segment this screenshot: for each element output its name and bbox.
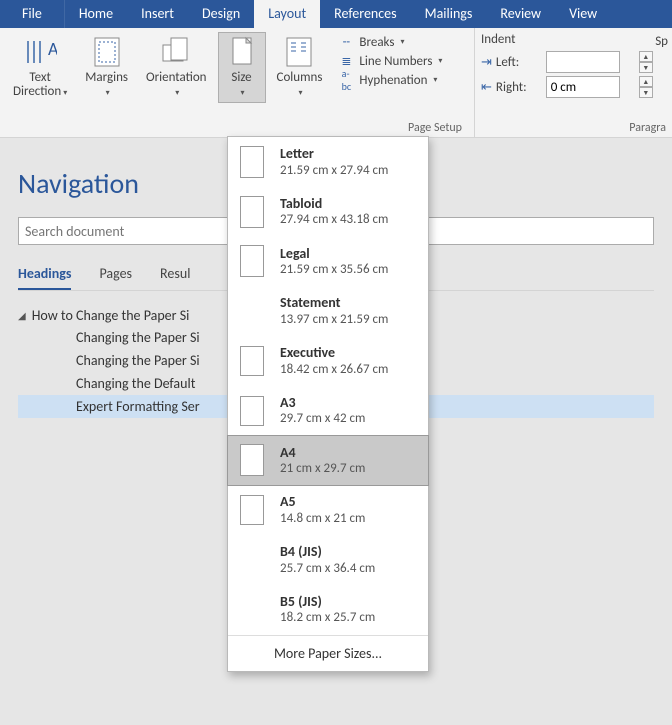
group-page-setup: A Text Direction▾ Margins▾ Orientation▾ — [0, 28, 475, 137]
indent-left-input[interactable] — [546, 51, 620, 73]
size-option-title: Tabloid — [280, 195, 388, 213]
size-icon — [225, 35, 259, 69]
nav-tab-pages[interactable]: Pages — [99, 265, 132, 290]
columns-label: Columns — [277, 70, 323, 85]
columns-icon — [282, 35, 316, 69]
size-option-title: A5 — [280, 493, 365, 511]
nav-tab-headings[interactable]: Headings — [18, 265, 71, 290]
size-option-b4-jis-[interactable]: B4 (JIS)25.7 cm x 36.4 cm — [228, 535, 428, 585]
size-option-dims: 27.94 cm x 43.18 cm — [280, 212, 388, 228]
size-option-title: B4 (JIS) — [280, 543, 375, 561]
indent-right-spinner[interactable]: ▲▼ — [639, 76, 666, 98]
size-option-legal[interactable]: Legal21.59 cm x 35.56 cm — [228, 237, 428, 287]
tab-mailings[interactable]: Mailings — [411, 0, 487, 28]
group-paragraph: Indent ⇥ Left: ▲▼ ⇤ Right: ▲▼ Paragra — [475, 28, 672, 137]
breaks-button[interactable]: ╌ Breaks▾ — [333, 34, 446, 50]
orientation-icon — [159, 35, 193, 69]
indent-left-label: Left: — [496, 55, 519, 70]
size-option-dims: 29.7 cm x 42 cm — [280, 411, 365, 427]
size-option-dims: 13.97 cm x 21.59 cm — [280, 312, 388, 328]
ribbon: A Text Direction▾ Margins▾ Orientation▾ — [0, 28, 672, 138]
size-option-title: Statement — [280, 294, 388, 312]
hyphenation-icon: a-bc — [337, 72, 355, 88]
size-dropdown-menu: Letter21.59 cm x 27.94 cmTabloid27.94 cm… — [227, 136, 429, 672]
orientation-button[interactable]: Orientation▾ — [139, 32, 214, 103]
text-direction-button[interactable]: A Text Direction▾ — [6, 32, 74, 103]
collapse-triangle-icon[interactable]: ◢ — [18, 309, 26, 322]
size-option-letter[interactable]: Letter21.59 cm x 27.94 cm — [228, 137, 428, 187]
indent-left-icon: ⇥ — [481, 55, 492, 70]
tree-root-label: How to Change the Paper Si — [32, 307, 190, 324]
breaks-icon: ╌ — [337, 34, 355, 50]
page-thumb-icon — [240, 396, 264, 426]
orientation-label: Orientation — [146, 70, 207, 85]
tab-home[interactable]: Home — [65, 0, 127, 28]
size-option-a3[interactable]: A329.7 cm x 42 cm — [228, 386, 428, 436]
size-option-title: Letter — [280, 145, 388, 163]
margins-label: Margins — [85, 70, 128, 85]
size-option-title: A4 — [280, 444, 365, 462]
size-option-dims: 25.7 cm x 36.4 cm — [280, 561, 375, 577]
nav-tab-results[interactable]: Resul — [160, 265, 190, 290]
tab-design[interactable]: Design — [188, 0, 254, 28]
tab-references[interactable]: References — [320, 0, 410, 28]
page-thumb-icon — [240, 146, 264, 178]
size-option-executive[interactable]: Executive18.42 cm x 26.67 cm — [228, 336, 428, 386]
paragraph-group-label: Paragra — [481, 119, 666, 135]
page-thumb-icon — [240, 495, 264, 525]
size-option-dims: 21.59 cm x 27.94 cm — [280, 163, 388, 179]
indent-left-spinner[interactable]: ▲▼ — [639, 51, 666, 73]
size-option-dims: 21 cm x 29.7 cm — [280, 461, 365, 477]
indent-right-icon: ⇤ — [481, 80, 492, 95]
more-paper-sizes[interactable]: More Paper Sizes... — [228, 635, 428, 671]
tab-view[interactable]: View — [555, 0, 611, 28]
tab-layout[interactable]: Layout — [254, 0, 320, 28]
page-thumb-icon — [240, 245, 264, 277]
size-option-statement[interactable]: Statement13.97 cm x 21.59 cm — [228, 286, 428, 336]
size-option-title: Legal — [280, 245, 388, 263]
indent-right-input[interactable] — [546, 76, 620, 98]
margins-button[interactable]: Margins▾ — [78, 32, 135, 103]
hyphenation-label: Hyphenation — [359, 73, 427, 88]
size-option-dims: 14.8 cm x 21 cm — [280, 511, 365, 527]
svg-text:A: A — [48, 38, 57, 60]
columns-button[interactable]: Columns▾ — [270, 32, 330, 103]
text-direction-icon: A — [23, 35, 57, 69]
page-thumb-icon — [240, 346, 264, 376]
size-option-a4[interactable]: A421 cm x 29.7 cm — [227, 435, 429, 487]
size-option-b5-jis-[interactable]: B5 (JIS)18.2 cm x 25.7 cm — [228, 585, 428, 635]
size-option-dims: 18.2 cm x 25.7 cm — [280, 610, 375, 626]
size-option-title: A3 — [280, 394, 365, 412]
size-option-dims: 18.42 cm x 26.67 cm — [280, 362, 388, 378]
line-numbers-label: Line Numbers — [359, 54, 432, 69]
hyphenation-button[interactable]: a-bc Hyphenation▾ — [333, 72, 446, 88]
size-option-a5[interactable]: A514.8 cm x 21 cm — [228, 485, 428, 535]
size-option-title: Executive — [280, 344, 388, 362]
size-option-dims: 21.59 cm x 35.56 cm — [280, 262, 388, 278]
page-setup-group-label: Page Setup — [6, 119, 468, 135]
breaks-label: Breaks — [359, 35, 394, 50]
page-thumb-icon — [240, 196, 264, 228]
spacing-header: Sp — [655, 34, 668, 49]
size-button[interactable]: Size▾ — [218, 32, 266, 103]
tab-file[interactable]: File — [0, 0, 65, 28]
indent-header: Indent — [481, 32, 666, 48]
tab-review[interactable]: Review — [486, 0, 555, 28]
size-label: Size — [231, 70, 251, 85]
tab-bar: File Home Insert Design Layout Reference… — [0, 0, 672, 28]
page-thumb-icon — [240, 444, 264, 476]
size-option-tabloid[interactable]: Tabloid27.94 cm x 43.18 cm — [228, 187, 428, 237]
size-option-title: B5 (JIS) — [280, 593, 375, 611]
tab-insert[interactable]: Insert — [127, 0, 188, 28]
margins-icon — [90, 35, 124, 69]
indent-right-label: Right: — [496, 80, 527, 95]
text-direction-label: Text Direction▾ — [13, 71, 67, 100]
